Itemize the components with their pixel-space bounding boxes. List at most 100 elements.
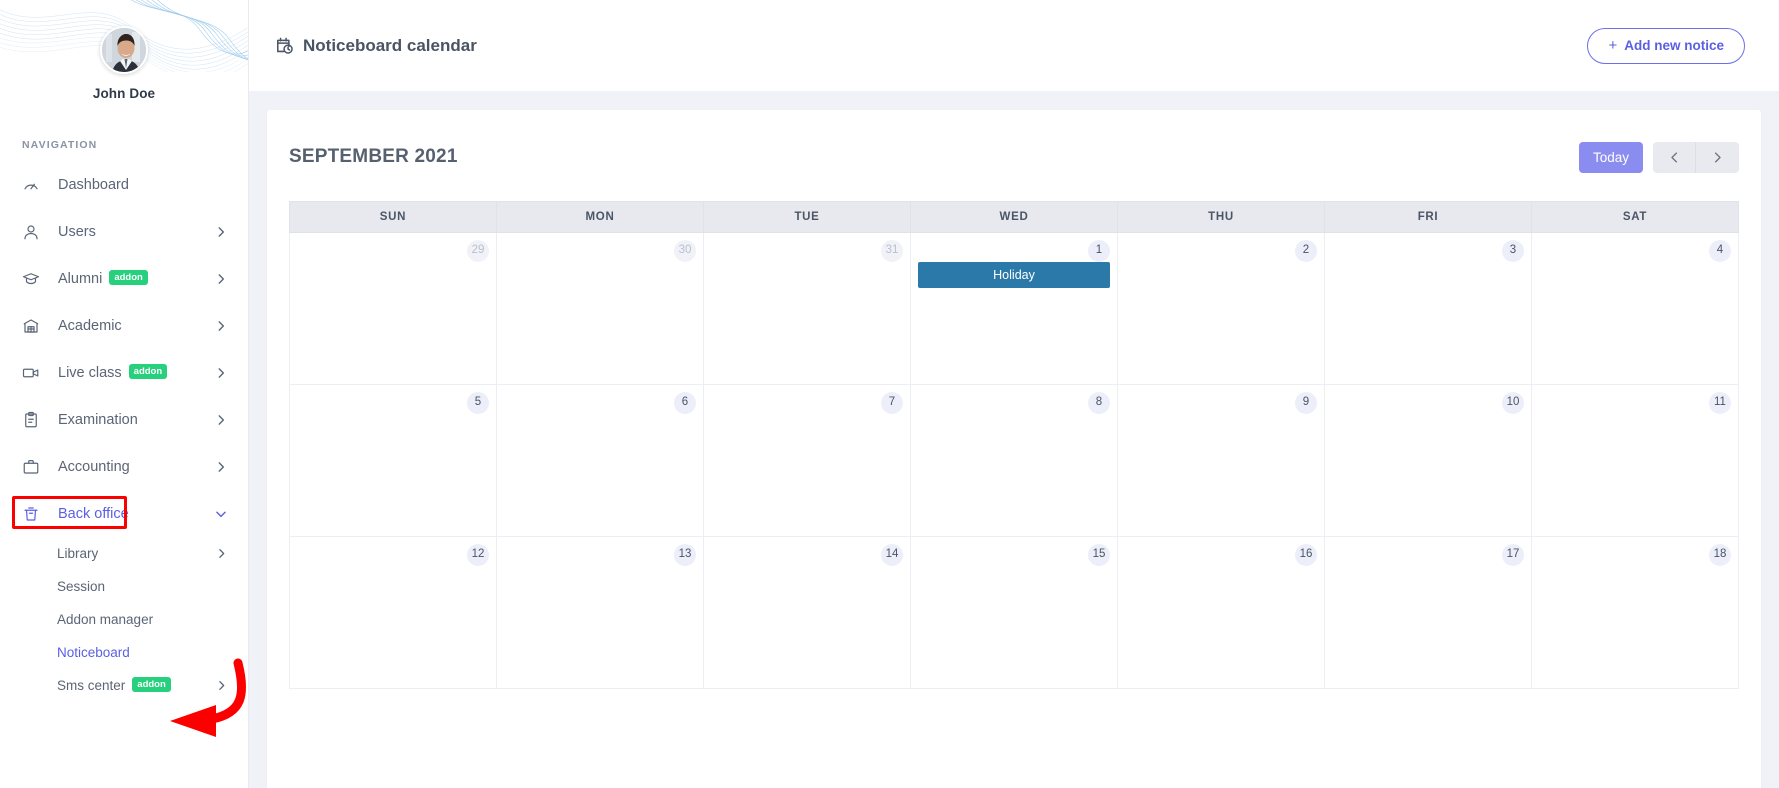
sidebar-subitem-addon-manager[interactable]: Addon manager [0,603,248,636]
calendar-day-cell[interactable]: 5 [289,384,497,537]
calendar-day-cell[interactable]: 2 [1117,232,1325,385]
day-number: 5 [467,392,489,414]
profile-block: John Doe [0,0,248,101]
calendar-toolbar: SEPTEMBER 2021 Today [289,134,1739,180]
day-number: 14 [881,544,903,566]
school-building-icon [22,316,44,336]
page-header: Noticeboard calendar + Add new notice [249,0,1779,91]
sidebar-subitem-label: Session [57,579,106,594]
day-number: 2 [1295,240,1317,262]
profile-name: John Doe [92,86,156,101]
add-new-notice-label: Add new notice [1624,38,1724,53]
sidebar-subitem-library[interactable]: Library [0,537,248,570]
sidebar: John Doe NAVIGATION Dashboard Users Alum… [0,0,249,788]
calendar-month-title: SEPTEMBER 2021 [289,146,458,167]
calendar-day-cell[interactable]: 6 [496,384,704,537]
weekday-header: TUE [703,201,911,233]
calendar-day-cell[interactable]: 4 [1531,232,1739,385]
calendar-day-cell[interactable]: 1 Holiday [910,232,1118,385]
calendar-day-cell[interactable]: 9 [1117,384,1325,537]
sidebar-subitem-label: Sms center addon [57,677,171,694]
day-number: 9 [1295,392,1317,414]
calendar-day-cell[interactable]: 31 [703,232,911,385]
sidebar-subitem-label: Noticeboard [57,645,130,660]
day-number: 8 [1088,392,1110,414]
calendar-day-cell[interactable]: 17 [1324,536,1532,689]
day-number: 10 [1502,392,1524,414]
calendar-day-cell[interactable]: 16 [1117,536,1325,689]
day-number: 31 [881,240,903,262]
addon-badge: addon [132,677,171,693]
calendar-day-cell[interactable]: 29 [289,232,497,385]
day-number: 13 [674,544,696,566]
calendar-weekday-row: SUN MON TUE WED THU FRI SAT [289,201,1739,233]
addon-badge: addon [128,364,168,380]
nav-section-label: NAVIGATION [22,139,98,151]
calendar-week-row: 5 6 7 8 9 10 11 [289,384,1739,537]
calendar-week-row: 12 13 14 15 16 17 18 [289,536,1739,689]
calendar-day-cell[interactable]: 8 [910,384,1118,537]
main-content: Noticeboard calendar + Add new notice SE… [249,0,1779,788]
avatar[interactable] [100,26,148,74]
sidebar-item-label: Examination [58,411,138,428]
page-title-text: Noticeboard calendar [303,35,477,55]
calendar-card: SEPTEMBER 2021 Today SUN MON TUE WED THU… [267,110,1761,788]
sidebar-item-accounting[interactable]: Accounting [0,443,248,490]
calendar-day-cell[interactable]: 7 [703,384,911,537]
sidebar-subitem-noticeboard[interactable]: Noticeboard [0,636,248,669]
calendar-head: SUN MON TUE WED THU FRI SAT [289,201,1739,233]
sidebar-item-users[interactable]: Users [0,208,248,255]
chevron-right-icon [214,460,228,474]
add-new-notice-button[interactable]: + Add new notice [1587,27,1745,64]
calendar-day-cell[interactable]: 11 [1531,384,1739,537]
user-icon [22,222,44,242]
archive-box-icon [22,504,44,524]
sidebar-item-alumni[interactable]: Alumni addon [0,255,248,302]
calendar-event[interactable]: Holiday [918,262,1110,288]
clipboard-icon [22,410,44,430]
sidebar-item-label: Live class addon [58,364,168,381]
calendar-grid: SUN MON TUE WED THU FRI SAT 29 30 31 1 H… [289,201,1739,689]
calendar-body: 29 30 31 1 Holiday 2 3 4 5 6 7 8 9 10 11… [289,232,1739,689]
calendar-day-cell[interactable]: 13 [496,536,704,689]
calendar-day-cell[interactable]: 10 [1324,384,1532,537]
calendar-day-cell[interactable]: 3 [1324,232,1532,385]
page-title: Noticeboard calendar [275,36,477,56]
chevron-right-icon [214,272,228,286]
sidebar-subitem-label: Library [57,546,99,561]
graduation-cap-icon [22,269,44,289]
today-button[interactable]: Today [1578,141,1643,173]
prev-month-button[interactable] [1653,141,1696,173]
video-camera-icon [22,363,44,383]
sidebar-subitem-sms-center[interactable]: Sms center addon [0,669,248,702]
calendar-day-cell[interactable]: 30 [496,232,704,385]
sidebar-item-examination[interactable]: Examination [0,396,248,443]
calendar-day-cell[interactable]: 15 [910,536,1118,689]
sidebar-subitem-session[interactable]: Session [0,570,248,603]
weekday-header: SUN [289,201,497,233]
calendar-day-cell[interactable]: 12 [289,536,497,689]
chevron-right-icon [214,413,228,427]
calendar-week-row: 29 30 31 1 Holiday 2 3 4 [289,232,1739,385]
calendar-day-cell[interactable]: 18 [1531,536,1739,689]
app-root: John Doe NAVIGATION Dashboard Users Alum… [0,0,1779,788]
day-number: 11 [1709,392,1731,414]
sidebar-item-label: Users [58,223,96,240]
sidebar-item-academic[interactable]: Academic [0,302,248,349]
weekday-header: WED [910,201,1118,233]
calendar-day-cell[interactable]: 14 [703,536,911,689]
sidebar-item-live-class[interactable]: Live class addon [0,349,248,396]
next-month-button[interactable] [1696,141,1739,173]
weekday-header: SAT [1531,201,1739,233]
chevron-right-icon [215,679,228,692]
day-number: 18 [1709,544,1731,566]
briefcase-icon [22,457,44,477]
chevron-left-icon [1670,151,1677,163]
sidebar-subitem-label: Addon manager [57,612,154,627]
calendar-nav-group [1653,141,1739,173]
weekday-header: MON [496,201,704,233]
day-number: 6 [674,392,696,414]
sidebar-item-dashboard[interactable]: Dashboard [0,161,248,208]
day-number: 1 [1088,240,1110,262]
sidebar-item-back-office[interactable]: Back office [0,490,248,537]
